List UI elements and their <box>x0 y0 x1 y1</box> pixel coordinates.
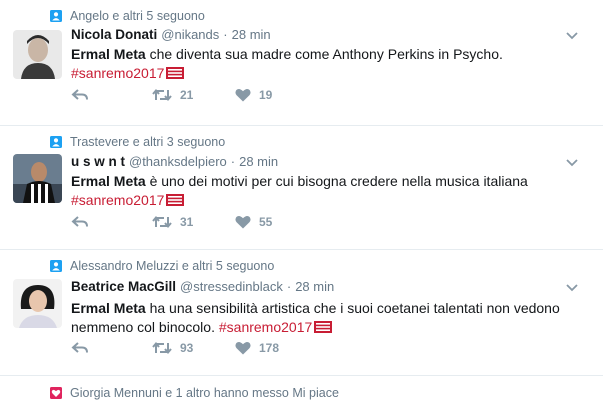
tweet-context: Angelo e altri 5 seguono <box>50 8 205 24</box>
heart-icon <box>235 215 251 229</box>
tweet[interactable]: Alessandro Meluzzi e altri 5 seguono Bea… <box>0 250 603 376</box>
chevron-down-icon[interactable] <box>565 283 579 293</box>
mention-lead: Ermal Meta <box>71 300 146 316</box>
tweet-body: è uno dei motivi per cui bisogna credere… <box>145 173 528 189</box>
retweet-button[interactable]: 21 <box>152 88 193 102</box>
tweet-body: che diventa sua madre come Anthony Perki… <box>145 46 503 62</box>
header-separator: · <box>230 154 236 169</box>
tweet-text: Ermal Meta ha una sensibilità artistica … <box>71 299 591 336</box>
heart-icon <box>50 387 62 399</box>
tweet-text: Ermal Meta che diventa sua madre come An… <box>71 45 571 82</box>
like-count: 55 <box>259 215 273 229</box>
user-handle[interactable]: @stressedinblack <box>180 279 283 294</box>
mention-lead: Ermal Meta <box>71 46 146 62</box>
tweet[interactable]: Angelo e altri 5 seguono Nicola Donati @… <box>0 0 603 126</box>
mention-lead: Ermal Meta <box>71 173 146 189</box>
sanremo-flag-icon <box>166 193 185 206</box>
chevron-down-icon[interactable] <box>565 158 579 168</box>
like-count: 19 <box>259 88 273 102</box>
sanremo-flag-icon <box>314 320 333 333</box>
tweet-context: Giorgia Mennuni e 1 altro hanno messo Mi… <box>50 385 339 401</box>
reply-icon <box>71 216 88 227</box>
retweet-button[interactable]: 31 <box>152 215 193 229</box>
user-handle[interactable]: @thanksdelpiero <box>129 154 227 169</box>
person-icon <box>50 260 62 272</box>
reply-button[interactable] <box>71 341 89 355</box>
retweet-icon <box>152 341 172 355</box>
context-text[interactable]: Trastevere e altri 3 seguono <box>70 135 225 149</box>
hashtag-link[interactable]: #sanremo2017 <box>71 192 164 208</box>
retweet-count: 93 <box>180 341 194 355</box>
user-fullname[interactable]: Nicola Donati <box>71 27 157 42</box>
person-icon <box>50 10 62 22</box>
avatar[interactable] <box>13 279 62 328</box>
tweet-context: Alessandro Meluzzi e altri 5 seguono <box>50 258 274 274</box>
hashtag-link[interactable]: #sanremo2017 <box>71 65 164 81</box>
tweet-body: ha una sensibilità artistica che i suoi … <box>145 300 560 316</box>
hashtag-link[interactable]: #sanremo2017 <box>219 319 312 335</box>
tweet-header: Nicola Donati @nikands · 28 min <box>71 27 271 42</box>
chevron-down-icon[interactable] <box>565 31 579 41</box>
like-button[interactable]: 178 <box>235 341 279 355</box>
tweet-timestamp[interactable]: 28 min <box>232 27 271 42</box>
header-separator: · <box>223 27 228 42</box>
retweet-count: 31 <box>180 215 194 229</box>
context-text[interactable]: Giorgia Mennuni e 1 altro hanno messo Mi… <box>70 386 339 400</box>
retweet-icon <box>152 215 172 229</box>
tweet-timestamp[interactable]: 28 min <box>239 154 278 169</box>
heart-icon <box>235 88 251 102</box>
retweet-count: 21 <box>180 88 194 102</box>
user-fullname[interactable]: Beatrice MacGill <box>71 279 176 294</box>
context-text[interactable]: Angelo e altri 5 seguono <box>70 9 205 23</box>
tweet-header: u s w n t @thanksdelpiero · 28 min <box>71 154 278 169</box>
reply-icon <box>71 89 88 100</box>
avatar-image <box>13 154 62 203</box>
tweet-body-continued: nemmeno col binocolo. <box>71 318 219 335</box>
retweet-icon <box>152 88 172 102</box>
tweet[interactable]: Giorgia Mennuni e 1 altro hanno messo Mi… <box>0 376 603 416</box>
like-count: 178 <box>259 341 280 355</box>
avatar-image <box>13 30 62 79</box>
reply-icon <box>71 342 88 353</box>
sanremo-flag-icon <box>166 66 185 79</box>
avatar[interactable] <box>13 154 62 203</box>
heart-icon <box>235 341 251 355</box>
context-text[interactable]: Alessandro Meluzzi e altri 5 seguono <box>70 259 274 273</box>
avatar[interactable] <box>13 30 62 79</box>
avatar-image <box>13 279 62 328</box>
tweet[interactable]: Trastevere e altri 3 seguono u s w n t @… <box>0 126 603 250</box>
like-button[interactable]: 55 <box>235 215 272 229</box>
tweet-timestamp[interactable]: 28 min <box>295 279 334 294</box>
tweet-context: Trastevere e altri 3 seguono <box>50 134 225 150</box>
timeline: Angelo e altri 5 seguono Nicola Donati @… <box>0 0 603 400</box>
reply-button[interactable] <box>71 88 89 102</box>
user-handle[interactable]: @nikands <box>161 27 219 42</box>
retweet-button[interactable]: 93 <box>152 341 193 355</box>
tweet-text: Ermal Meta è uno dei motivi per cui biso… <box>71 172 571 209</box>
like-button[interactable]: 19 <box>235 88 272 102</box>
tweet-header: Beatrice MacGill @stressedinblack · 28 m… <box>71 279 334 294</box>
header-separator: · <box>286 279 292 294</box>
reply-button[interactable] <box>71 215 89 229</box>
person-icon <box>50 136 62 148</box>
user-fullname[interactable]: u s w n t <box>71 154 125 169</box>
